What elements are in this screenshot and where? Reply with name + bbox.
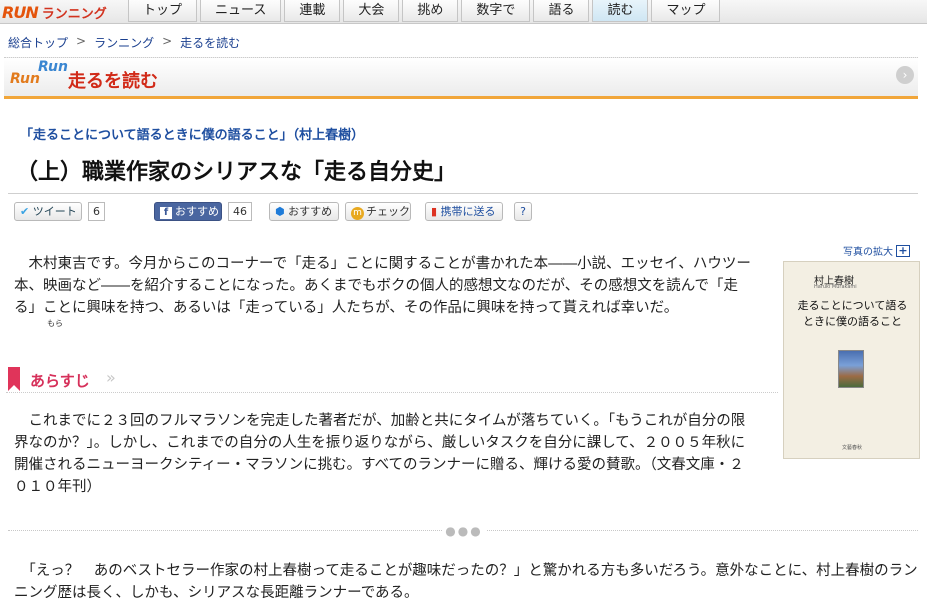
section-header: Run Run 走るを読む ›: [4, 57, 918, 99]
nav-tab-read[interactable]: 読む: [592, 0, 649, 22]
photo-enlarge-label: 写真の拡大: [843, 247, 893, 258]
book-publisher: 文藝春秋: [842, 445, 863, 451]
section-title: 走るを読む: [68, 71, 158, 92]
facebook-icon: f: [160, 207, 172, 219]
synopsis-label: あらすじ: [30, 372, 90, 390]
book-cover-image[interactable]: 村上春樹 Haruki Murakami 走ることについて語るときに僕の語ること…: [783, 261, 920, 459]
nav-tab-series[interactable]: 連載: [284, 0, 341, 22]
nav-tab-challenge[interactable]: 挑め: [402, 0, 459, 22]
intro-paragraph: 木村東吉です。今月からこのコーナーで「走る」ことに関することが書かれた本――小説…: [14, 256, 751, 316]
run-logo-icon: RUN: [2, 2, 39, 22]
book-author-romaji: Haruki Murakami: [814, 284, 857, 290]
cover-photo: [838, 350, 864, 388]
breadcrumb-link-running[interactable]: ランニング: [94, 34, 154, 51]
nav-tab-races[interactable]: 大会: [343, 0, 400, 22]
run-book-logo-icon: Run Run: [10, 59, 68, 87]
nav-tab-talk[interactable]: 語る: [533, 0, 590, 22]
series-title: 「走ることについて語るときに僕の語ること」（村上春樹）: [20, 128, 365, 143]
facebook-recommend-button[interactable]: f おすすめ: [154, 202, 222, 221]
top-navigation-bar: RUN ランニング トップ ニュース 連載 大会 挑め 数字で 語る 読む マッ…: [0, 0, 927, 24]
synopsis-heading: あらすじ »: [6, 367, 778, 393]
book-title: 走ることについて語るときに僕の語ること: [797, 299, 908, 328]
nav-tab-news[interactable]: ニュース: [200, 0, 282, 22]
recommend-button[interactable]: ⬢ おすすめ: [269, 202, 339, 221]
send-to-mobile-button[interactable]: ▮ 携帯に送る: [425, 202, 503, 221]
nav-tab-map[interactable]: マップ: [651, 0, 721, 22]
article-title: （上）職業作家のシリアスな「走る自分史」: [16, 160, 457, 185]
mixi-icon: m: [351, 207, 364, 220]
double-chevron-icon: »: [106, 368, 116, 387]
dots-icon: ●●●: [442, 524, 486, 538]
facebook-count: 46: [228, 202, 252, 221]
breadcrumb-link-top[interactable]: 総合トップ: [8, 34, 68, 51]
help-button[interactable]: ?: [514, 202, 532, 221]
breadcrumb-separator: >: [162, 34, 173, 48]
nav-tab-numbers[interactable]: 数字で: [461, 0, 531, 22]
tweet-button[interactable]: ✔ ツイート: [14, 202, 82, 221]
chevron-right-icon[interactable]: ›: [896, 66, 914, 84]
bookmark-icon: [8, 367, 20, 391]
twitter-bird-icon: ✔: [20, 205, 30, 218]
site-name: ランニング: [41, 6, 107, 22]
nav-tabs: トップ ニュース 連載 大会 挑め 数字で 語る 読む マップ: [128, 0, 723, 22]
breadcrumb: 総合トップ > ランニング > 走るを読む: [8, 34, 240, 51]
mobile-phone-icon: ▮: [431, 205, 438, 218]
divider: [8, 193, 918, 194]
body-paragraph: 「えっ？ あのベストセラー作家の村上春樹って走ることが趣味だったの？」と驚かれる…: [14, 563, 918, 601]
synopsis-paragraph: これまでに２３回のフルマラソンを完走した著者だが、加齢と共にタイムが落ちていく。…: [14, 413, 746, 495]
site-logo[interactable]: RUN ランニング: [2, 2, 107, 22]
plus-icon: +: [896, 244, 910, 257]
breadcrumb-separator: >: [76, 34, 87, 48]
nav-tab-top[interactable]: トップ: [128, 0, 198, 22]
mixi-check-button[interactable]: m チェック: [345, 202, 411, 221]
tweet-count: 6: [88, 202, 105, 221]
photo-enlarge-link[interactable]: 写真の拡大 +: [843, 243, 910, 258]
breadcrumb-link-read[interactable]: 走るを読む: [180, 34, 240, 51]
ruby-annotation: もら: [47, 319, 63, 328]
hexagon-icon: ⬢: [275, 205, 285, 218]
